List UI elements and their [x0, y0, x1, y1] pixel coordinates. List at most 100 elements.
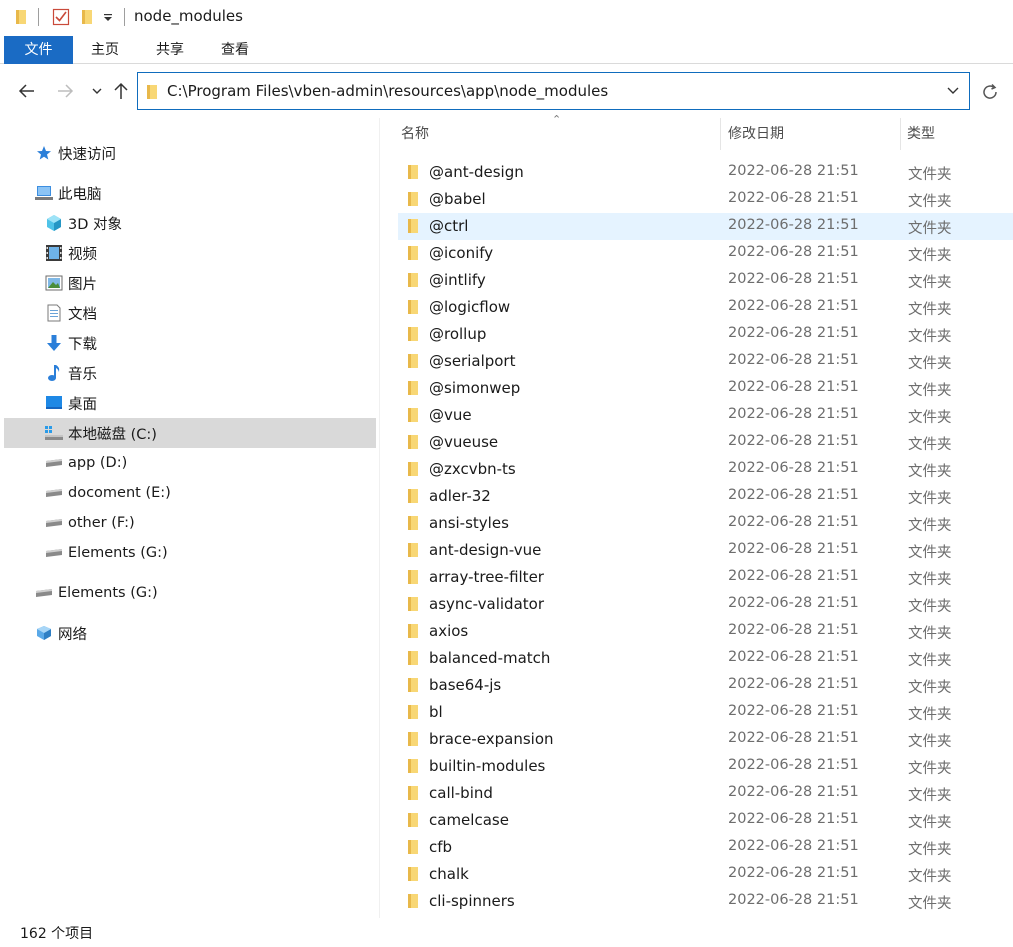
address-dropdown-chevron-down-icon[interactable]: [945, 82, 961, 98]
table-row[interactable]: axios 2022-06-28 21:51 文件夹: [398, 618, 1013, 645]
sidebar-item-drive-f[interactable]: other (F:): [44, 508, 374, 538]
table-row[interactable]: @iconify 2022-06-28 21:51 文件夹: [398, 240, 1013, 267]
table-row[interactable]: async-validator 2022-06-28 21:51 文件夹: [398, 591, 1013, 618]
properties-check-icon[interactable]: [52, 8, 70, 26]
tab-share[interactable]: 共享: [145, 36, 195, 64]
file-name: @ant-design: [429, 163, 524, 181]
sidebar-item-videos[interactable]: 视频: [44, 238, 374, 268]
file-name: @serialport: [429, 352, 516, 370]
sidebar-item-3d-objects[interactable]: 3D 对象: [44, 208, 374, 238]
folder-icon: [408, 867, 418, 881]
table-row[interactable]: base64-js 2022-06-28 21:51 文件夹: [398, 672, 1013, 699]
table-row[interactable]: @logicflow 2022-06-28 21:51 文件夹: [398, 294, 1013, 321]
sidebar-item-desktop[interactable]: 桌面: [44, 388, 374, 418]
column-header-type[interactable]: 类型: [907, 118, 1007, 152]
customize-toolbar-dropdown-icon[interactable]: [104, 14, 112, 22]
pane-divider[interactable]: [379, 118, 380, 918]
table-row[interactable]: @intlify 2022-06-28 21:51 文件夹: [398, 267, 1013, 294]
sidebar-item-label: 图片: [68, 276, 97, 293]
file-type: 文件夹: [908, 653, 952, 669]
file-date: 2022-06-28 21:51: [728, 730, 859, 746]
sidebar-item-drive-d[interactable]: app (D:): [44, 448, 374, 478]
video-icon: [44, 244, 64, 262]
table-row[interactable]: @vue 2022-06-28 21:51 文件夹: [398, 402, 1013, 429]
file-type: 文件夹: [908, 896, 952, 912]
back-arrow-icon[interactable]: [16, 80, 38, 102]
tab-home[interactable]: 主页: [80, 36, 130, 64]
file-name: @vueuse: [429, 433, 499, 451]
table-row[interactable]: chalk 2022-06-28 21:51 文件夹: [398, 861, 1013, 888]
table-row[interactable]: ant-design-vue 2022-06-28 21:51 文件夹: [398, 537, 1013, 564]
file-type: 文件夹: [908, 545, 952, 561]
table-row[interactable]: array-tree-filter 2022-06-28 21:51 文件夹: [398, 564, 1013, 591]
sidebar-item-label: 本地磁盘 (C:): [68, 426, 157, 443]
forward-arrow-icon[interactable]: [54, 80, 76, 102]
tab-file[interactable]: 文件: [4, 36, 73, 64]
file-name: @intlify: [429, 271, 486, 289]
table-row[interactable]: adler-32 2022-06-28 21:51 文件夹: [398, 483, 1013, 510]
table-row[interactable]: balanced-match 2022-06-28 21:51 文件夹: [398, 645, 1013, 672]
table-row[interactable]: cfb 2022-06-28 21:51 文件夹: [398, 834, 1013, 861]
table-row[interactable]: builtin-modules 2022-06-28 21:51 文件夹: [398, 753, 1013, 780]
table-row[interactable]: @zxcvbn-ts 2022-06-28 21:51 文件夹: [398, 456, 1013, 483]
recent-locations-chevron-down-icon[interactable]: [86, 80, 108, 102]
sidebar-item-network[interactable]: 网络: [34, 618, 374, 648]
sidebar-item-label: 快速访问: [58, 146, 116, 163]
folder-icon: [408, 678, 418, 692]
table-row[interactable]: @ant-design 2022-06-28 21:51 文件夹: [398, 159, 1013, 186]
sidebar-item-quick-access[interactable]: 快速访问: [34, 138, 374, 168]
new-folder-icon[interactable]: [80, 9, 94, 25]
sidebar-item-drive-e[interactable]: docoment (E:): [44, 478, 374, 508]
sidebar-item-label: app (D:): [68, 455, 128, 471]
tab-view[interactable]: 查看: [210, 36, 260, 64]
folder-icon: [408, 246, 418, 260]
column-header-name[interactable]: 名称: [401, 118, 719, 152]
column-header-date[interactable]: 修改日期: [728, 118, 898, 152]
table-row[interactable]: @ctrl 2022-06-28 21:51 文件夹: [398, 213, 1013, 240]
address-path[interactable]: C:\Program Files\vben-admin\resources\ap…: [167, 82, 608, 100]
table-row[interactable]: @rollup 2022-06-28 21:51 文件夹: [398, 321, 1013, 348]
sidebar-item-this-pc[interactable]: 此电脑: [34, 178, 374, 208]
status-bar: 162 个项目: [0, 918, 1013, 947]
desktop-icon: [44, 394, 64, 412]
folder-icon: [408, 516, 418, 530]
folder-icon: [408, 192, 418, 206]
file-name: camelcase: [429, 811, 509, 829]
folder-icon: [408, 489, 418, 503]
drive-icon: [44, 544, 64, 562]
sidebar-item-label: 网络: [58, 626, 87, 643]
table-row[interactable]: call-bind 2022-06-28 21:51 文件夹: [398, 780, 1013, 807]
file-name: cli-spinners: [429, 892, 515, 910]
folder-icon: [408, 570, 418, 584]
sidebar-item-pictures[interactable]: 图片: [44, 268, 374, 298]
sidebar-item-downloads[interactable]: 下载: [44, 328, 374, 358]
file-date: 2022-06-28 21:51: [728, 433, 859, 449]
table-row[interactable]: @babel 2022-06-28 21:51 文件夹: [398, 186, 1013, 213]
folder-icon: [408, 381, 418, 395]
table-row[interactable]: camelcase 2022-06-28 21:51 文件夹: [398, 807, 1013, 834]
address-bar[interactable]: C:\Program Files\vben-admin\resources\ap…: [137, 72, 970, 110]
column-separator[interactable]: [900, 118, 901, 150]
refresh-icon[interactable]: [978, 80, 1002, 104]
sidebar-item-drive-g[interactable]: Elements (G:): [44, 538, 374, 568]
table-row[interactable]: @serialport 2022-06-28 21:51 文件夹: [398, 348, 1013, 375]
sidebar-item-drive-g-root[interactable]: Elements (G:): [34, 578, 374, 608]
music-icon: [44, 364, 64, 382]
file-type: 文件夹: [908, 572, 952, 588]
table-row[interactable]: @vueuse 2022-06-28 21:51 文件夹: [398, 429, 1013, 456]
table-row[interactable]: ansi-styles 2022-06-28 21:51 文件夹: [398, 510, 1013, 537]
up-arrow-icon[interactable]: [110, 80, 132, 102]
table-row[interactable]: bl 2022-06-28 21:51 文件夹: [398, 699, 1013, 726]
table-row[interactable]: brace-expansion 2022-06-28 21:51 文件夹: [398, 726, 1013, 753]
sidebar-item-local-disk-c[interactable]: 本地磁盘 (C:): [4, 418, 376, 448]
sidebar-item-label: 文档: [68, 306, 97, 323]
navigation-pane: 快速访问 此电脑 3D 对象 视频 图片 文档 下载 音乐 桌面 本地磁盘 (C…: [0, 118, 380, 918]
table-row[interactable]: @simonwep 2022-06-28 21:51 文件夹: [398, 375, 1013, 402]
table-row[interactable]: cli-spinners 2022-06-28 21:51 文件夹: [398, 888, 1013, 915]
file-date: 2022-06-28 21:51: [728, 271, 859, 287]
sidebar-item-music[interactable]: 音乐: [44, 358, 374, 388]
sidebar-item-documents[interactable]: 文档: [44, 298, 374, 328]
column-separator[interactable]: [720, 118, 721, 150]
download-icon: [44, 334, 64, 352]
file-name: @ctrl: [429, 217, 469, 235]
